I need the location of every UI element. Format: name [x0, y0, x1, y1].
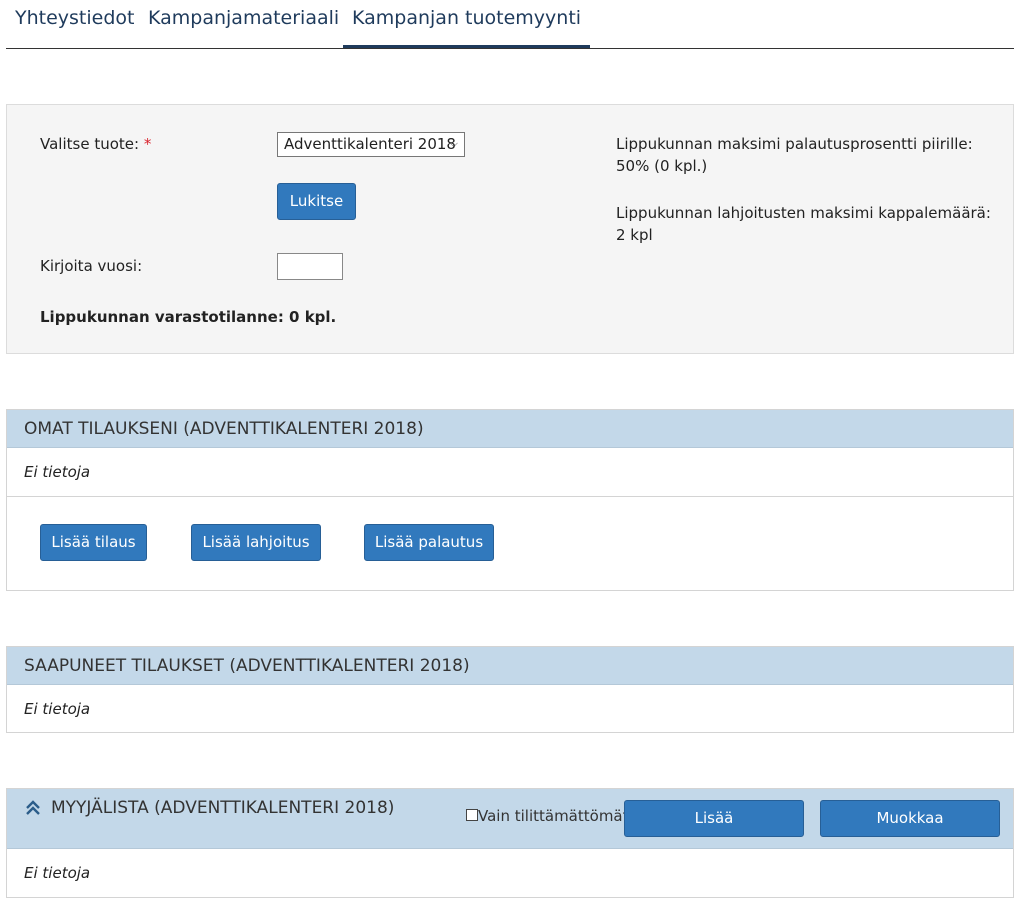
unsettled-checkbox-label: Vain tilittämättömät [478, 807, 629, 825]
add-seller-button[interactable]: Lisää [624, 800, 804, 837]
stock-status: Lippukunnan varastotilanne: 0 kpl. [40, 308, 337, 326]
unsettled-filter[interactable]: Vain tilittämättömät [466, 797, 629, 835]
max-return-label: Lippukunnan maksimi palautusprosentti pi… [616, 135, 973, 153]
received-orders-empty-text: Ei tietoja [24, 700, 91, 718]
add-return-button[interactable]: Lisää palautus [364, 524, 494, 561]
own-orders-actions: Lisää tilaus Lisää lahjoitus Lisää palau… [7, 496, 1013, 592]
seller-list-section: MYYJÄLISTA (ADVENTTIKALENTERI 2018) Vain… [6, 788, 1014, 898]
seller-list-header: MYYJÄLISTA (ADVENTTIKALENTERI 2018) Vain… [7, 789, 1013, 849]
required-mark: * [143, 135, 152, 153]
product-select-label: Valitse tuote: * [40, 135, 151, 153]
seller-list-empty-text: Ei tietoja [24, 864, 91, 882]
product-select-label-text: Valitse tuote: [40, 135, 140, 153]
product-select-value: Adventtikalenteri 2018 [284, 135, 456, 153]
product-panel: Valitse tuote: * Adventtikalenteri 2018 … [6, 104, 1014, 354]
own-orders-empty-text: Ei tietoja [24, 463, 91, 481]
received-orders-section: SAAPUNEET TILAUKSET (ADVENTTIKALENTERI 2… [6, 646, 1014, 733]
tab-kampanjan-tuotemyynti[interactable]: Kampanjan tuotemyynti [343, 0, 591, 48]
product-select[interactable]: Adventtikalenteri 2018 ⌵ [277, 132, 465, 157]
lock-button[interactable]: Lukitse [277, 183, 356, 220]
own-orders-section: OMAT TILAUKSENI (ADVENTTIKALENTERI 2018)… [6, 409, 1014, 591]
own-orders-header: OMAT TILAUKSENI (ADVENTTIKALENTERI 2018) [7, 410, 1013, 448]
max-donation-label: Lippukunnan lahjoitusten maksimi kappale… [616, 204, 991, 222]
max-donation-value: 2 kpl [616, 226, 653, 244]
tab-bar: Yhteystiedot Kampanjamateriaali Kampanja… [6, 0, 1014, 49]
unsettled-checkbox[interactable] [466, 809, 478, 821]
tab-yhteystiedot[interactable]: Yhteystiedot [6, 0, 143, 48]
year-label: Kirjoita vuosi: [40, 257, 143, 275]
add-donation-button[interactable]: Lisää lahjoitus [191, 524, 321, 561]
tab-kampanjamateriaali[interactable]: Kampanjamateriaali [139, 0, 348, 48]
max-donation-info: Lippukunnan lahjoitusten maksimi kappale… [616, 202, 996, 246]
year-input[interactable] [277, 253, 343, 280]
edit-sellers-button[interactable]: Muokkaa [820, 800, 1000, 837]
max-return-value: 50% (0 kpl.) [616, 157, 708, 175]
max-return-info: Lippukunnan maksimi palautusprosentti pi… [616, 133, 996, 177]
chevron-down-icon: ⌵ [449, 137, 458, 150]
seller-list-title: MYYJÄLISTA (ADVENTTIKALENTERI 2018) [51, 798, 395, 818]
received-orders-header: SAAPUNEET TILAUKSET (ADVENTTIKALENTERI 2… [7, 647, 1013, 685]
add-order-button[interactable]: Lisää tilaus [40, 524, 147, 561]
double-chevron-up-icon[interactable] [24, 799, 42, 817]
